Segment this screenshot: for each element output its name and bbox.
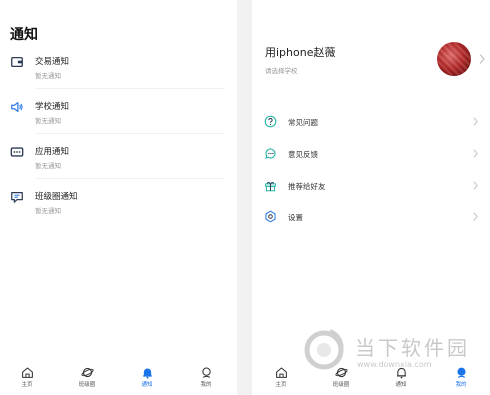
notification-item-label: 应用通知 <box>35 147 70 157</box>
tab-notifications[interactable]: 通知 <box>384 365 418 395</box>
select-school-prompt[interactable]: 请选择学校 <box>265 65 298 75</box>
notification-item-sub: 暂无通知 <box>35 72 61 80</box>
avatar[interactable] <box>437 42 471 76</box>
notification-item-label: 交易通知 <box>35 57 70 67</box>
notification-item-transaction[interactable]: 交易通知 暂无通知 <box>0 55 237 99</box>
tab-label: 主页 <box>21 382 33 388</box>
gift-icon <box>264 179 277 192</box>
notification-item-sub: 暂无通知 <box>35 117 61 125</box>
menu-item-label: 推荐给好友 <box>288 182 326 191</box>
tab-label: 主页 <box>275 382 287 388</box>
notifications-panel: 通知 交易通知 暂无通知 学校通知 暂无通知 应用通知 暂无通知 班级圈通知 暂… <box>0 0 237 395</box>
watermark-logo <box>304 329 344 370</box>
row-divider <box>35 88 225 89</box>
chevron-right-icon <box>473 181 478 190</box>
tab-home[interactable]: 主页 <box>264 365 298 395</box>
tab-home[interactable]: 主页 <box>10 365 44 395</box>
tab-class-circle[interactable]: 班级圈 <box>70 365 104 395</box>
profile-icon <box>201 367 211 378</box>
menu-item-feedback[interactable]: 意见反馈 <box>252 147 490 171</box>
app-dots-icon <box>10 145 24 159</box>
tab-label: 班级圈 <box>332 382 350 388</box>
wallet-icon <box>10 55 24 69</box>
menu-item-label: 设置 <box>288 213 303 222</box>
tab-mine[interactable]: 我的 <box>444 365 478 395</box>
bottom-tab-bar: 主页 班级圈 通知 我的 <box>0 365 237 395</box>
menu-item-settings[interactable]: 设置 <box>252 210 490 234</box>
help-icon <box>264 115 277 128</box>
page-title: 通知 <box>10 27 38 43</box>
notification-item-label: 学校通知 <box>35 102 70 112</box>
notification-item-sub: 暂无通知 <box>35 162 61 170</box>
tab-label: 我的 <box>200 382 212 388</box>
notification-item-sub: 暂无通知 <box>35 207 61 215</box>
tab-notifications[interactable]: 通知 <box>130 365 164 395</box>
chevron-right-icon <box>473 212 478 221</box>
chevron-right-icon[interactable] <box>478 53 486 65</box>
feedback-icon <box>264 147 277 160</box>
home-icon <box>21 367 33 378</box>
notification-item-class-circle[interactable]: 班级圈通知 暂无通知 <box>0 190 237 234</box>
menu-item-recommend[interactable]: 推荐给好友 <box>252 179 490 203</box>
bell-icon <box>142 368 152 379</box>
tab-label: 通知 <box>395 382 407 388</box>
tab-label: 班级圈 <box>78 382 96 388</box>
planet-icon <box>80 367 94 378</box>
menu-item-label: 常见问题 <box>288 118 318 127</box>
menu-item-label: 意见反馈 <box>288 150 318 159</box>
bottom-tab-bar: 主页 班级圈 通知 我的 <box>252 365 490 395</box>
tab-label: 通知 <box>141 382 153 388</box>
row-divider <box>35 133 225 134</box>
settings-icon <box>264 210 277 223</box>
watermark-text: 当下软件园 <box>355 336 470 360</box>
profile-icon <box>456 367 466 378</box>
tab-mine[interactable]: 我的 <box>189 365 223 395</box>
notification-item-school[interactable]: 学校通知 暂无通知 <box>0 100 237 144</box>
tab-label: 我的 <box>455 382 467 388</box>
chevron-right-icon <box>473 117 478 126</box>
home-icon <box>275 367 287 378</box>
row-divider <box>35 178 225 179</box>
chevron-right-icon <box>473 149 478 158</box>
notification-item-label: 班级圈通知 <box>35 192 78 202</box>
chat-icon <box>10 190 24 204</box>
profile-name[interactable]: 用iphone赵薇 <box>265 44 335 60</box>
speaker-icon <box>10 100 24 114</box>
menu-item-faq[interactable]: 常见问题 <box>252 115 490 139</box>
notification-item-app[interactable]: 应用通知 暂无通知 <box>0 145 237 189</box>
watermark-url: www.downxia.com <box>357 360 432 369</box>
